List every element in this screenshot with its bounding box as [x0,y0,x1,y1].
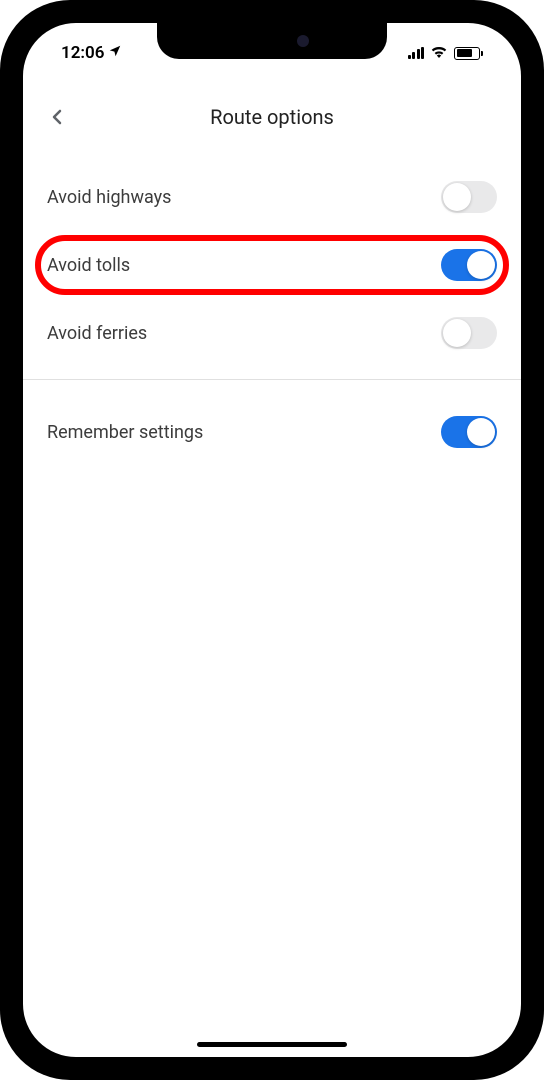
notch [157,23,387,59]
row-avoid-highways: Avoid highways [23,163,521,231]
toggle-avoid-tolls[interactable] [441,249,497,281]
screen: 12:06 [23,23,521,1057]
location-icon [108,44,122,62]
row-avoid-tolls: Avoid tolls [23,231,521,299]
row-label: Avoid ferries [47,323,147,344]
wifi-icon [430,43,448,63]
cellular-signal-icon [408,47,425,59]
battery-icon [454,47,483,60]
phone-frame: 12:06 [0,0,544,1080]
row-label: Avoid tolls [47,255,130,276]
row-avoid-ferries: Avoid ferries [23,299,521,367]
toggle-remember-settings[interactable] [441,416,497,448]
home-indicator[interactable] [197,1042,347,1047]
status-time: 12:06 [61,43,104,63]
section-divider [23,379,521,380]
nav-header: Route options [23,89,521,145]
row-label: Remember settings [47,422,203,443]
toggle-avoid-highways[interactable] [441,181,497,213]
page-title: Route options [43,105,501,129]
back-button[interactable] [45,105,69,129]
row-remember-settings: Remember settings [23,398,521,466]
settings-list: Avoid highways Avoid tolls Avoid ferries [23,163,521,466]
row-label: Avoid highways [47,187,171,208]
toggle-avoid-ferries[interactable] [441,317,497,349]
